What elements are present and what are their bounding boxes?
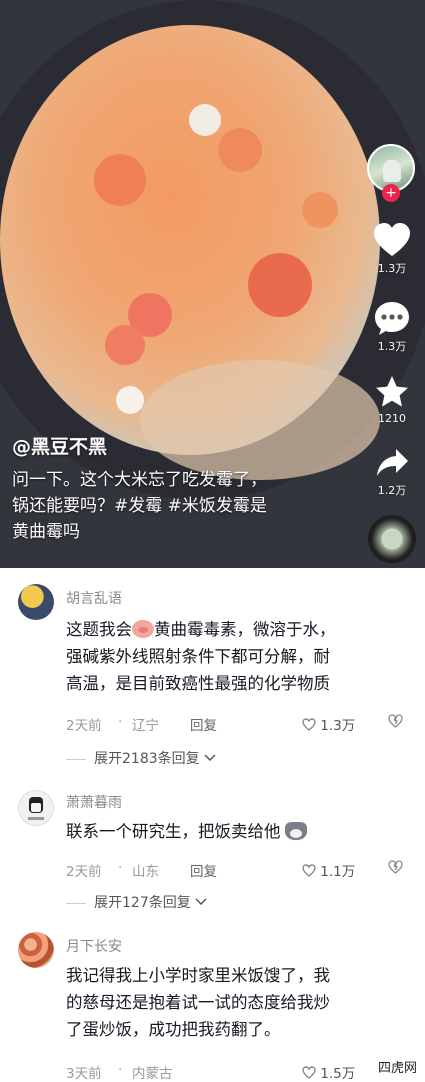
like-heart-outline-icon [302,864,316,877]
comment-time: 2天前 [66,864,102,880]
description-line: 问一下。这个大米忘了吃发霉了， [12,470,267,490]
comment-line: 了蛋炒饭，成功把我药翻了。 [66,1020,281,1039]
reply-button[interactable]: 回复 [190,714,217,734]
music-disc-icon[interactable] [368,515,416,563]
commenter-avatar[interactable] [18,790,54,826]
comment-line-part: 这题我会 [66,620,132,639]
heart-icon [374,223,410,256]
commenter-avatar[interactable] [18,584,54,620]
description-line: 锅还能要吗？#发霉 #米饭发霉是 [12,496,267,516]
comment-text: 这题我会 黄曲霉毒素，微溶于水， 强碱紫外线照射条件下都可分解，耐 高温，是目前致… [66,616,406,697]
husky-emoji-icon [284,822,307,840]
comment-meta: 2天前 · 山东 回复 1.1万 [66,860,406,880]
cartoon-face-icon [28,797,44,820]
share-action[interactable]: 1.2万 [360,446,424,498]
pig-emoji-icon [132,620,154,638]
comment-count: 1.3万 [377,340,407,353]
expand-replies-button[interactable]: 展开127条回复 [66,892,207,912]
favorite-count: 1210 [378,412,406,425]
comment-line: 我记得我上小学时家里米饭馊了，我 [66,966,330,985]
dot-separator: · [118,714,123,730]
description-line: 黄曲霉吗 [12,522,80,542]
dislike-button[interactable] [388,714,403,732]
comment-list: 胡言乱语 这题我会 黄曲霉毒素，微溶于水， 强碱紫外线照射条件下都可分解，耐 高温… [0,568,425,1082]
comment-meta: 2天前 · 辽宁 回复 1.3万 [66,714,406,734]
video-description: 问一下。这个大米忘了吃发霉了， 锅还能要吗？#发霉 #米饭发霉是 黄曲霉吗 [12,467,352,545]
comment-like-count: 1.1万 [320,864,356,880]
expand-divider [66,902,86,904]
comment-text: 我记得我上小学时家里米饭馊了，我 的慈母还是抱着试一试的态度给我炒 了蛋炒饭，成… [66,962,406,1043]
commenter-name[interactable]: 月下长安 [66,936,122,956]
dislike-button[interactable] [388,860,403,878]
comment-like-button[interactable]: 1.5万 [302,1062,355,1082]
comment-line: 强碱紫外线照射条件下都可分解，耐 [66,647,330,666]
comment-line: 这题我会 黄曲霉毒素，微溶于水， [66,616,406,643]
dislike-heart-icon [388,860,403,874]
comment-time: 3天前 [66,1066,102,1082]
comment-text: 联系一个研究生，把饭卖给他 [66,818,406,845]
comment-meta: 3天前 · 内蒙古 1.5万 [66,1062,406,1082]
comment-bubble-icon [375,302,409,335]
like-heart-outline-icon [302,1066,316,1079]
follow-plus-icon[interactable]: + [382,184,400,202]
video-caption: @黑豆不黑 问一下。这个大米忘了吃发霉了， 锅还能要吗？#发霉 #米饭发霉是 黄… [12,432,352,545]
expand-divider [66,758,86,760]
comment-location: 山东 [132,864,159,880]
comment-like-button[interactable]: 1.1万 [302,860,355,880]
dot-separator: · [118,1062,123,1078]
reply-button[interactable]: 回复 [190,860,217,880]
chevron-down-icon [204,754,216,762]
comment-action[interactable]: 1.3万 [360,300,424,354]
commenter-name[interactable]: 萧萧暮雨 [66,792,122,812]
comment-line: 高温，是目前致癌性最强的化学物质 [66,674,330,693]
comment-line: 联系一个研究生，把饭卖给他 [66,818,406,845]
share-count: 1.2万 [377,484,407,497]
comment-line: 的慈母还是抱着试一试的态度给我炒 [66,993,330,1012]
comment-like-button[interactable]: 1.3万 [302,714,355,734]
like-count: 1.3万 [377,262,407,275]
expand-replies-label: 展开2183条回复 [94,751,200,767]
video-player[interactable]: + 1.3万 1.3万 1210 1.2万 @黑豆不黑 问一下。这个大米忘了吃发… [0,0,425,568]
comment-time: 2天前 [66,718,102,734]
favorite-action[interactable]: 1210 [360,374,424,425]
like-action[interactable]: 1.3万 [360,222,424,276]
share-arrow-icon [377,449,408,476]
comment-location: 内蒙古 [132,1066,173,1082]
comment-line-part: 联系一个研究生，把饭卖给他 [66,822,281,841]
comment-line-part: 黄曲霉毒素，微溶于水， [154,620,336,639]
expand-replies-button[interactable]: 展开2183条回复 [66,748,216,768]
star-icon [376,376,408,407]
watermark: 四虎网 [370,1058,425,1080]
author-name[interactable]: @黑豆不黑 [12,432,352,459]
commenter-name[interactable]: 胡言乱语 [66,588,122,608]
comment-location: 辽宁 [132,718,159,734]
comment-like-count: 1.3万 [320,718,356,734]
expand-replies-label: 展开127条回复 [94,895,191,911]
chevron-down-icon [195,898,207,906]
author-avatar-wrap[interactable]: + [367,144,417,204]
commenter-avatar[interactable] [18,932,54,968]
dot-separator: · [118,860,123,876]
like-heart-outline-icon [302,718,316,731]
dislike-heart-icon [388,714,403,728]
